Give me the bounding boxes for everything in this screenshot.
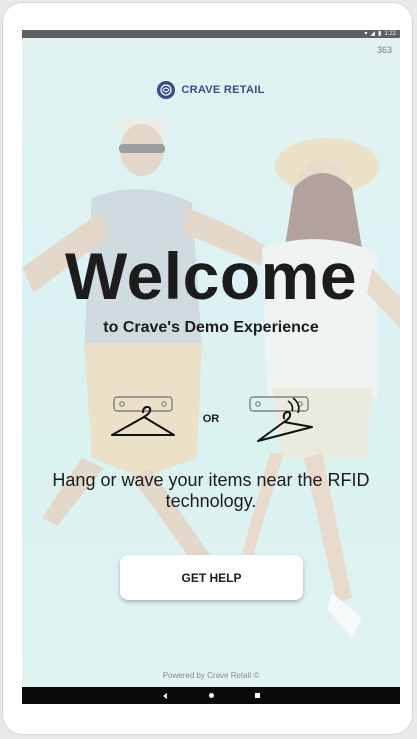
tablet-frame: ▾ ◢ ▮ 1:22 363 CRAVE RETAIL Welcome to C… (2, 2, 413, 735)
status-time: 1:22 (384, 31, 396, 37)
back-icon (163, 692, 167, 699)
nav-recents-button[interactable] (253, 692, 261, 700)
get-help-button[interactable]: GET HELP (120, 555, 303, 600)
or-label: OR (202, 413, 220, 425)
signal-icon: ◢ (370, 31, 375, 37)
home-icon (208, 693, 214, 698)
session-counter: 363 (376, 45, 392, 55)
recents-icon (254, 693, 260, 698)
nav-back-button[interactable] (161, 692, 169, 700)
brand-name: CRAVE RETAIL (181, 84, 265, 96)
welcome-subtitle: to Crave's Demo Experience (103, 319, 319, 336)
welcome-title: Welcome (64, 239, 358, 313)
powered-by-footer: Powered by Crave Retail © (162, 671, 260, 680)
android-nav-bar (22, 687, 400, 704)
wifi-icon: ▾ (364, 31, 368, 37)
crave-logo-icon (157, 81, 176, 99)
battery-icon: ▮ (378, 31, 382, 37)
hanger-wave-icon (246, 393, 318, 443)
brand-logo: CRAVE RETAIL (22, 81, 400, 99)
hanger-hang-icon (108, 393, 180, 443)
app-screen: ▾ ◢ ▮ 1:22 363 CRAVE RETAIL Welcome to C… (22, 30, 400, 704)
instruction-text: Hang or wave your items near the RFID te… (52, 470, 370, 511)
status-bar: ▾ ◢ ▮ 1:22 (22, 30, 400, 38)
nav-home-button[interactable] (207, 692, 215, 700)
